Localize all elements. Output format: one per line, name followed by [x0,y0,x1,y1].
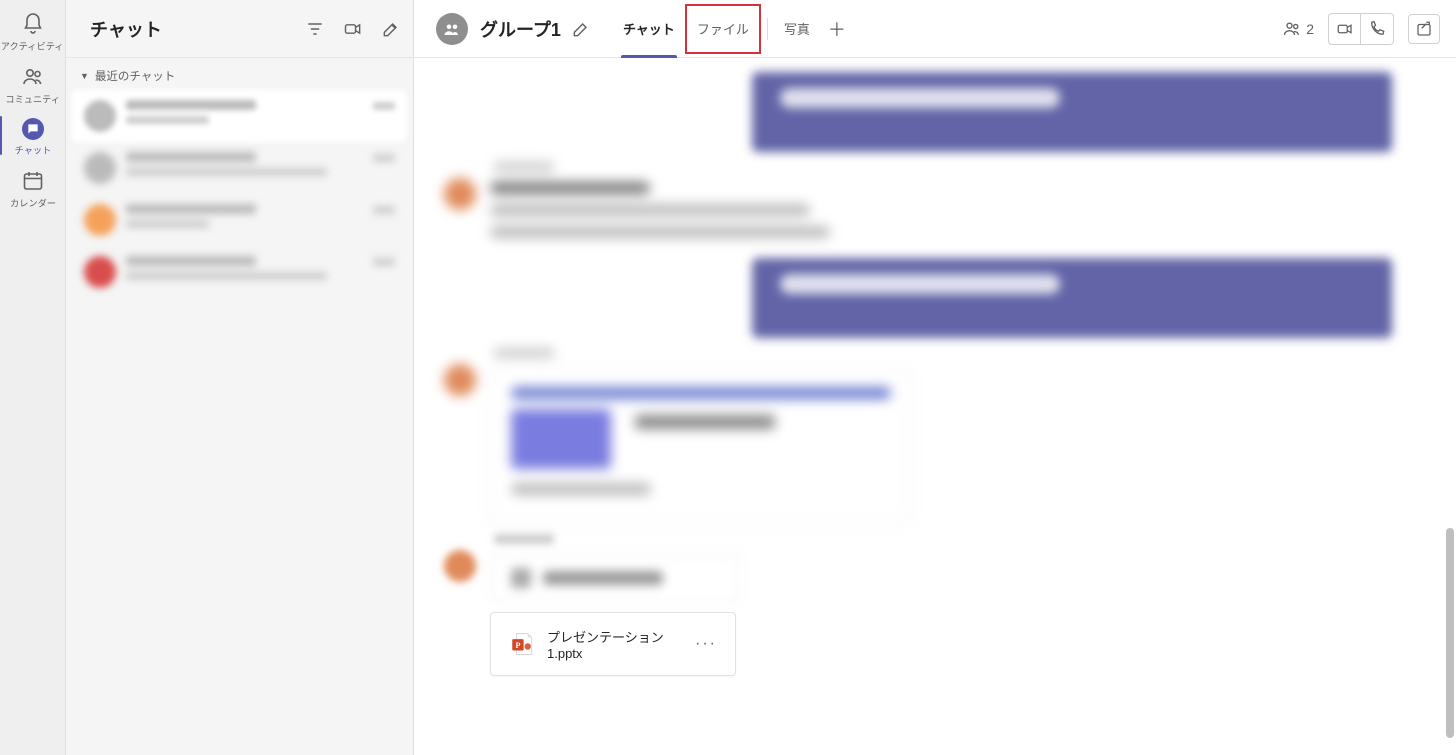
chat-item[interactable] [72,246,407,298]
avatar [84,204,116,236]
video-call-button[interactable] [1329,14,1361,44]
avatar [444,550,476,582]
chat-list-panel: チャット ▼ 最近のチャット [66,0,414,755]
rail-activity[interactable]: アクティビティ [0,4,66,57]
rail-calendar-label: カレンダー [10,196,56,210]
group-avatar [436,13,468,45]
chat-panel-header: チャット [66,0,413,58]
tab-chat[interactable]: チャット [613,0,685,58]
conversation-header: グループ1 チャット ファイル 写真 ＋ 2 [414,0,1456,58]
chat-panel-title: チャット [90,16,162,42]
main-area: グループ1 チャット ファイル 写真 ＋ 2 [414,0,1456,755]
outgoing-message [438,72,1392,152]
tab-photo[interactable]: 写真 [774,0,820,58]
chat-item[interactable] [72,194,407,246]
avatar [84,152,116,184]
compose-icon[interactable] [381,19,401,39]
audio-call-button[interactable] [1361,14,1393,44]
avatar [84,256,116,288]
tab-divider [767,18,768,40]
participants-button[interactable]: 2 [1282,19,1314,39]
conversation-messages: P プレゼンテーション1.pptx ··· [414,58,1456,755]
bell-icon [21,12,45,36]
video-icon[interactable] [343,19,363,39]
incoming-file-message: P プレゼンテーション1.pptx ··· [438,534,1432,676]
app-rail: アクティビティ コミュニティ チャット カレンダー [0,0,66,755]
rail-activity-label: アクティビティ [1,39,64,53]
calendar-icon [21,169,45,193]
scrollbar-thumb[interactable] [1446,528,1454,738]
outgoing-message [438,258,1392,338]
people-icon [21,65,45,89]
edit-icon[interactable] [571,19,591,39]
scrollbar[interactable] [1444,58,1454,755]
avatar [444,178,476,210]
avatar [444,364,476,396]
recent-chats-toggle[interactable]: ▼ 最近のチャット [66,58,413,90]
filter-icon[interactable] [305,19,325,39]
participants-count: 2 [1306,21,1314,37]
svg-text:P: P [515,641,520,650]
add-tab-icon[interactable]: ＋ [820,16,854,42]
file-attachment-card[interactable]: P プレゼンテーション1.pptx ··· [490,612,736,676]
powerpoint-icon: P [509,631,535,657]
chat-item[interactable] [72,90,407,142]
chat-item[interactable] [72,142,407,194]
chevron-down-icon: ▼ [80,71,89,81]
incoming-message [438,348,1432,524]
group-title: グループ1 [480,16,561,42]
rail-chat[interactable]: チャット [0,110,66,161]
more-options-icon[interactable]: ··· [695,635,717,653]
chat-icon [22,118,44,140]
file-name: プレゼンテーション1.pptx [547,627,683,661]
rail-calendar[interactable]: カレンダー [0,161,66,214]
rail-community[interactable]: コミュニティ [0,57,66,110]
rail-chat-label: チャット [14,143,51,157]
chat-list [66,90,413,298]
avatar [84,100,116,132]
rail-community-label: コミュニティ [5,92,60,106]
conversation-tabs: チャット ファイル 写真 ＋ [613,0,854,58]
recent-chats-label: 最近のチャット [95,68,175,84]
tab-file[interactable]: ファイル [685,4,761,54]
popout-button[interactable] [1408,14,1440,44]
incoming-message [438,162,1432,248]
